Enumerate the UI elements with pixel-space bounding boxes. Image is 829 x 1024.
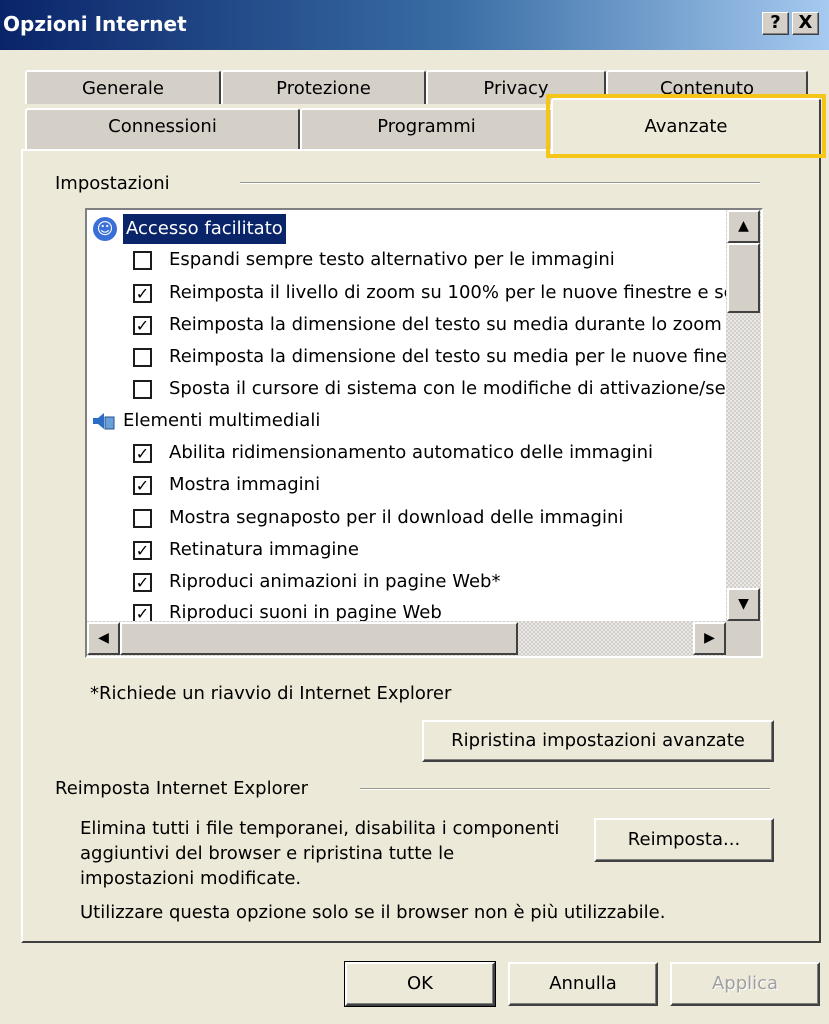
reset-group-line [360, 788, 770, 790]
scroll-right-button[interactable]: ▶ [693, 622, 726, 655]
checkbox[interactable] [133, 509, 152, 528]
horizontal-scroll-thumb[interactable] [120, 622, 518, 655]
ok-button[interactable]: OK [344, 961, 496, 1007]
settings-list[interactable]: ☺ Accesso facilitato Espandi sempre test… [85, 208, 763, 658]
checkbox-checked[interactable]: ✓ [133, 316, 152, 335]
help-button[interactable]: ? [762, 12, 789, 35]
reset-description-line: impostazioni modificate. [80, 868, 302, 889]
reset-warning: Utilizzare questa opzione solo se il bro… [80, 902, 666, 923]
list-item-label: Mostra immagini [169, 474, 321, 495]
reset-description-line: Elimina tutti i file temporanei, disabil… [80, 818, 560, 839]
close-button[interactable]: X [792, 12, 819, 35]
scroll-left-button[interactable]: ◀ [87, 622, 120, 655]
category-label: Accesso facilitato [123, 214, 286, 244]
tab-programmi[interactable]: Programmi [300, 108, 553, 149]
scroll-down-button[interactable]: ▼ [727, 588, 760, 621]
list-item-label: Reimposta la dimensione del testo su med… [169, 314, 722, 335]
reset-group-label: Reimposta Internet Explorer [55, 778, 309, 799]
settings-group-label: Impostazioni [55, 173, 170, 194]
checkbox-checked[interactable]: ✓ [133, 573, 152, 592]
list-item-label: Mostra segnaposto per il download delle … [169, 507, 624, 528]
vertical-scrollbar[interactable]: ▲ ▼ [726, 210, 761, 621]
settings-group-line [240, 182, 760, 184]
cancel-button[interactable]: Annulla [508, 962, 658, 1006]
tab-protezione[interactable]: Protezione [221, 70, 426, 104]
checkbox[interactable] [133, 348, 152, 367]
checkbox-checked[interactable]: ✓ [133, 541, 152, 560]
list-item-label: Retinatura immagine [169, 539, 359, 560]
tab-avanzate[interactable]: Avanzate [551, 98, 821, 154]
checkbox[interactable] [133, 380, 152, 399]
scroll-up-button[interactable]: ▲ [727, 210, 760, 243]
list-item-label: Espandi sempre testo alternativo per le … [169, 249, 615, 270]
title-bar: Opzioni Internet ? X [0, 0, 829, 50]
list-item-label: Reimposta il livello di zoom su 100% per… [169, 282, 763, 303]
accessibility-icon: ☺ [93, 217, 117, 241]
list-item-label: Abilita ridimensionamento automatico del… [169, 442, 654, 463]
reset-button[interactable]: Reimposta... [594, 818, 774, 862]
list-item-label: Reimposta la dimensione del testo su med… [169, 346, 761, 367]
tab-generale[interactable]: Generale [25, 70, 221, 104]
multimedia-icon [93, 411, 115, 431]
restart-note: *Richiede un riavvio di Internet Explore… [90, 683, 452, 704]
window-title: Opzioni Internet [3, 12, 187, 36]
checkbox-checked[interactable]: ✓ [133, 444, 152, 463]
list-item-label: Sposta il cursore di sistema con le modi… [169, 378, 763, 399]
category-label: Elementi multimediali [123, 410, 321, 431]
reset-description: Elimina tutti i file temporanei, disabil… [80, 816, 580, 891]
reset-description-line: aggiuntivi del browser e ripristina tutt… [80, 843, 455, 864]
tab-connessioni[interactable]: Connessioni [25, 108, 300, 149]
apply-button[interactable]: Applica [670, 962, 820, 1006]
horizontal-scrollbar[interactable]: ◀ ▶ [87, 621, 726, 656]
scrollbar-corner [726, 621, 761, 656]
restore-advanced-button[interactable]: Ripristina impostazioni avanzate [422, 720, 774, 762]
checkbox-checked[interactable]: ✓ [133, 284, 152, 303]
checkbox-checked[interactable]: ✓ [133, 476, 152, 495]
list-item-label: Riproduci animazioni in pagine Web* [169, 571, 501, 592]
checkbox[interactable] [133, 251, 152, 270]
vertical-scroll-thumb[interactable] [727, 243, 760, 313]
